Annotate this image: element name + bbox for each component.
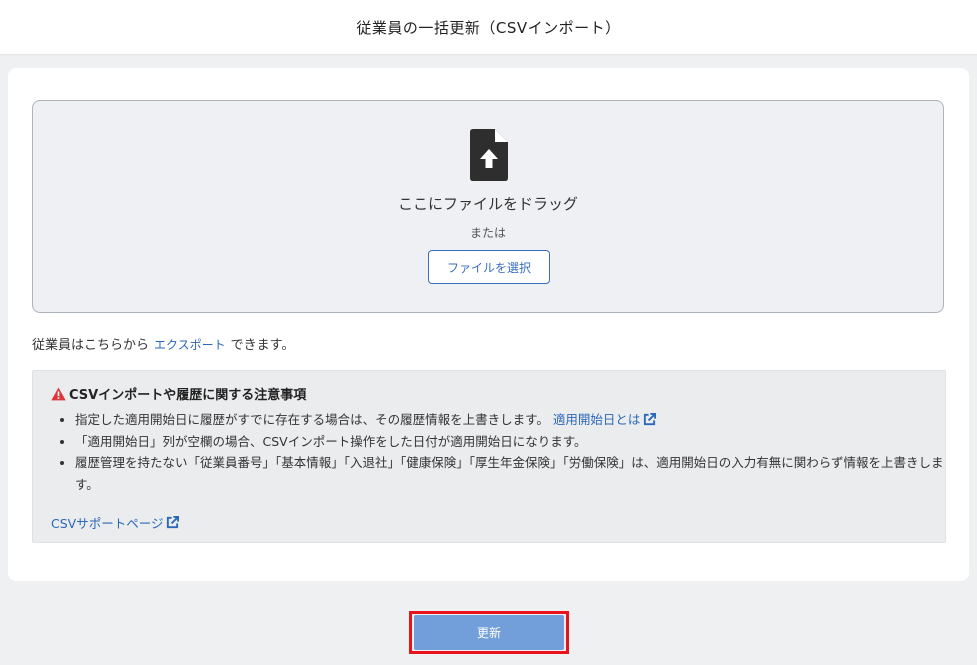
export-link[interactable]: エクスポート bbox=[154, 338, 226, 352]
notice-title-text: CSVインポートや履歴に関する注意事項 bbox=[69, 388, 307, 403]
notice-title: CSVインポートや履歴に関する注意事項 bbox=[51, 384, 306, 403]
external-link-icon bbox=[167, 516, 180, 529]
csv-support-link-label: CSVサポートページ bbox=[51, 516, 164, 531]
warning-icon bbox=[51, 386, 66, 400]
update-button[interactable]: 更新 bbox=[414, 615, 564, 650]
notice-item: 指定した適用開始日に履歴がすでに存在する場合は、その履歴情報を上書きします。 適… bbox=[75, 409, 955, 431]
export-suffix: できます。 bbox=[230, 338, 295, 353]
file-dropzone[interactable]: ここにファイルをドラッグ または ファイルを選択 bbox=[32, 100, 944, 313]
notice-item-text: 指定した適用開始日に履歴がすでに存在する場合は、その履歴情報を上書きします。 bbox=[75, 412, 549, 427]
submit-highlight: 更新 bbox=[409, 611, 569, 654]
external-link-icon bbox=[644, 413, 657, 426]
import-notice: CSVインポートや履歴に関する注意事項 指定した適用開始日に履歴がすでに存在する… bbox=[32, 370, 946, 543]
start-date-help-link-label: 適用開始日とは bbox=[552, 412, 641, 427]
or-separator: または bbox=[469, 226, 506, 240]
notice-list: 指定した適用開始日に履歴がすでに存在する場合は、その履歴情報を上書きします。 適… bbox=[51, 409, 955, 495]
select-file-button[interactable]: ファイルを選択 bbox=[428, 250, 550, 284]
notice-item: 「適用開始日」列が空欄の場合、CSVインポート操作をした日付が適用開始日になりま… bbox=[75, 431, 955, 453]
export-hint: 従業員はこちらから エクスポート できます。 bbox=[32, 334, 294, 353]
page-header: 従業員の一括更新（CSVインポート） bbox=[0, 0, 977, 55]
notice-item: 履歴管理を持たない「従業員番号」「基本情報」「入退社」「健康保険」「厚生年金保険… bbox=[75, 452, 955, 495]
start-date-help-link[interactable]: 適用開始日とは bbox=[553, 412, 657, 427]
file-upload-icon bbox=[470, 129, 508, 181]
csv-support-link[interactable]: CSVサポートページ bbox=[51, 513, 180, 532]
page-title: 従業員の一括更新（CSVインポート） bbox=[356, 18, 621, 37]
export-prefix: 従業員はこちらから bbox=[32, 338, 150, 353]
import-card: ここにファイルをドラッグ または ファイルを選択 従業員はこちらから エクスポート… bbox=[8, 68, 969, 581]
drag-instruction: ここにファイルをドラッグ bbox=[397, 195, 578, 213]
